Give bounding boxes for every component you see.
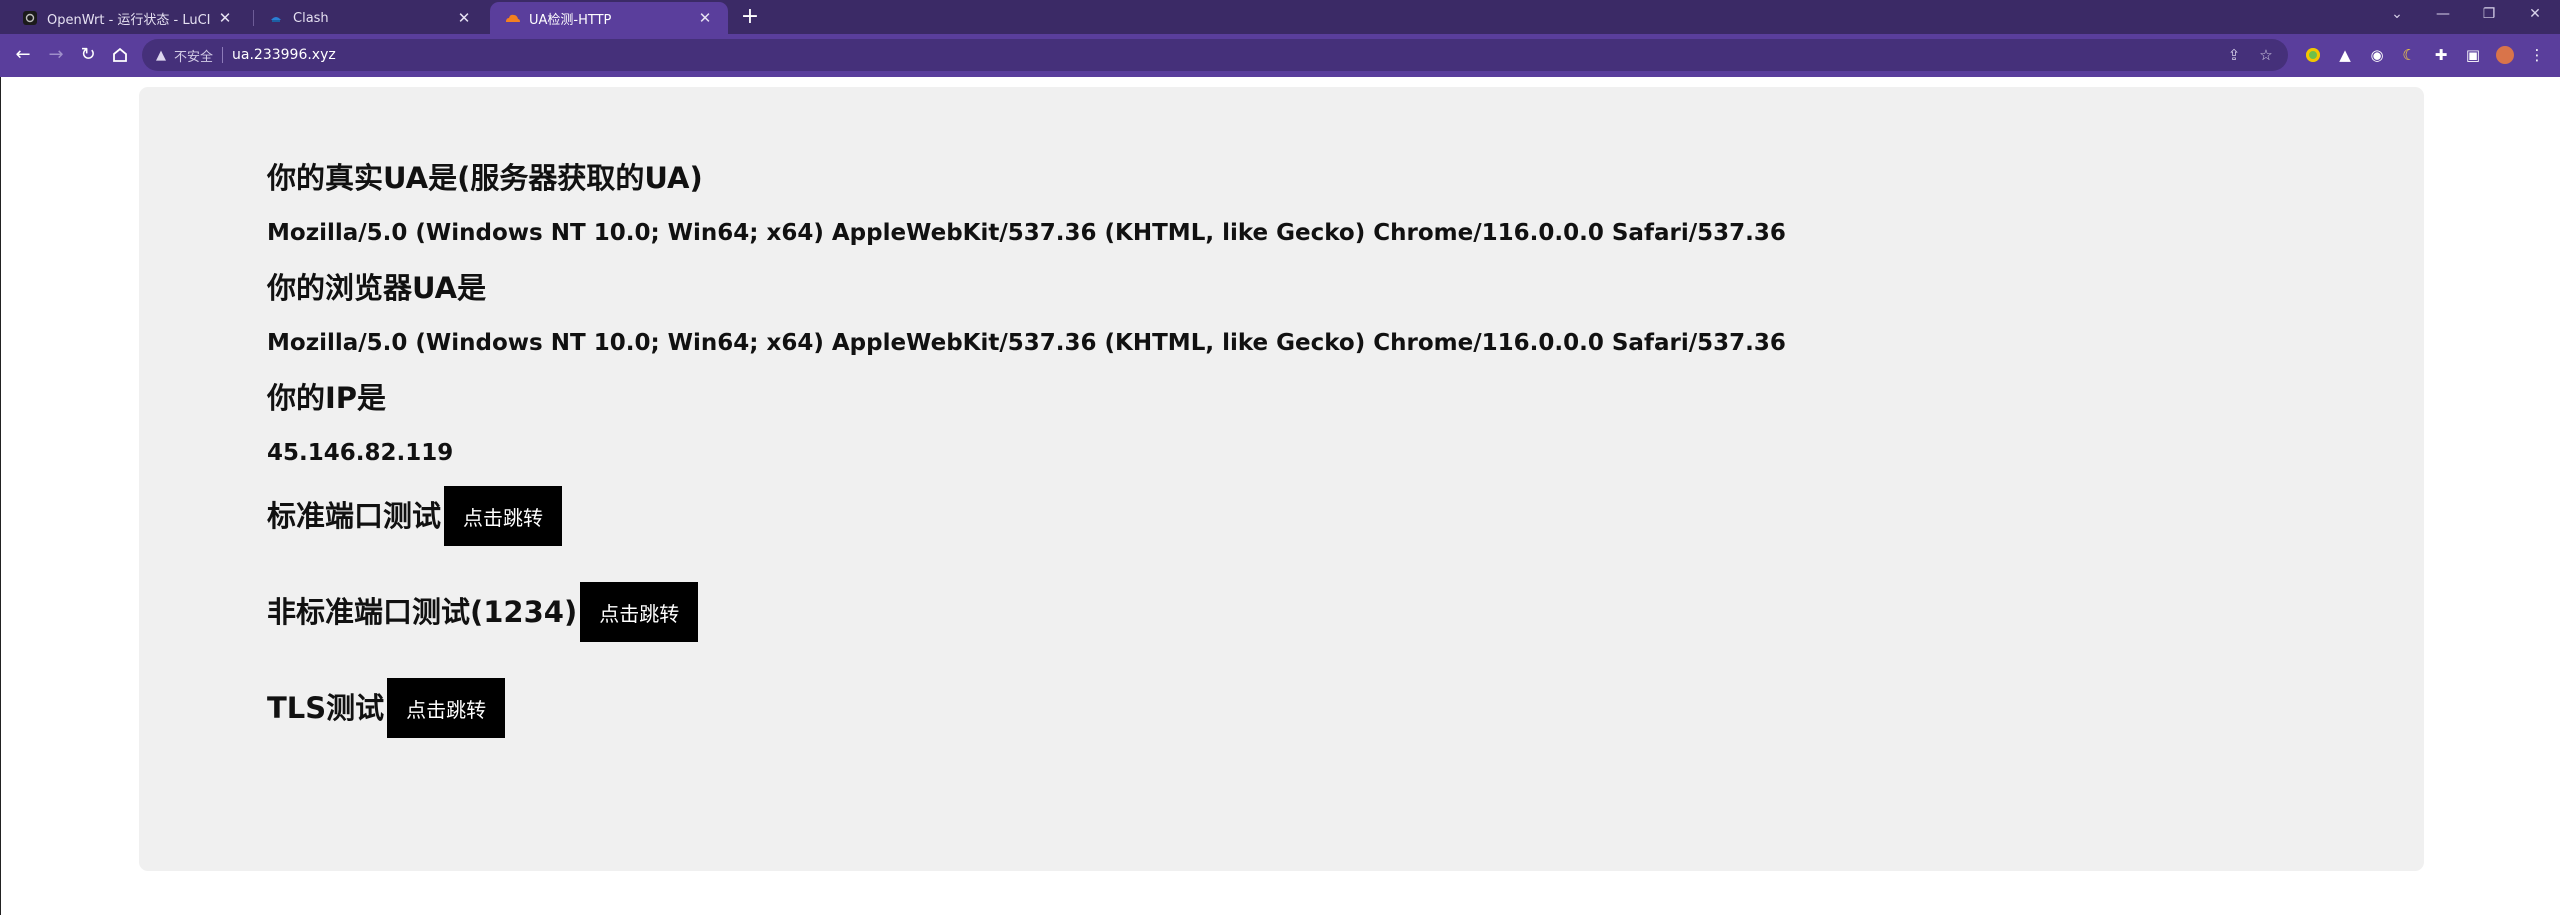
browser-toolbar: ← → ↻ ▲ 不安全 ua.233996.xyz ⇪ ☆ ▲ ◉ ☾ ✚ ▣ … (0, 34, 2560, 77)
tab-search-icon[interactable]: ⌄ (2374, 0, 2420, 30)
close-window-icon[interactable]: ✕ (2512, 0, 2558, 30)
dark-mode-moon-icon[interactable]: ☾ (2396, 42, 2422, 68)
ip-heading: 你的IP是 (267, 381, 387, 415)
side-panel-icon[interactable]: ▣ (2460, 42, 2486, 68)
forward-icon[interactable]: → (43, 42, 69, 68)
warning-icon[interactable]: ▲ (156, 48, 166, 63)
share-icon[interactable]: ⇪ (2220, 39, 2248, 71)
browser-ua-value: Mozilla/5.0 (Windows NT 10.0; Win64; x64… (267, 330, 1786, 356)
close-icon[interactable]: ✕ (455, 9, 473, 27)
close-icon[interactable]: ✕ (696, 9, 714, 27)
back-icon[interactable]: ← (10, 42, 36, 68)
nonstandard-port-test-label: 非标准端口测试(1234) (267, 595, 578, 629)
cloudflare-icon (504, 10, 520, 26)
openwrt-icon (22, 10, 38, 26)
extension-color-icon[interactable] (2300, 42, 2326, 68)
main-content: 你的真实UA是(服务器获取的UA) Mozilla/5.0 (Windows N… (267, 159, 1786, 738)
tab-title: UA检测-HTTP (529, 12, 612, 28)
tab-clash[interactable]: Clash ✕ (254, 2, 487, 34)
standard-port-test-row: 标准端口测试 点击跳转 (267, 486, 1786, 546)
url-text[interactable]: ua.233996.xyz (232, 47, 336, 63)
security-label[interactable]: 不安全 (174, 46, 213, 65)
clash-icon (268, 10, 284, 26)
close-icon[interactable]: ✕ (216, 9, 234, 27)
tab-ua-check[interactable]: UA检测-HTTP ✕ (490, 2, 728, 34)
address-bar[interactable]: ▲ 不安全 ua.233996.xyz ⇪ ☆ (142, 39, 2288, 71)
tab-openwrt[interactable]: OpenWrt - 运行状态 - LuCI ✕ (8, 2, 248, 34)
tab-title: Clash (293, 10, 329, 26)
nonstandard-port-jump-button[interactable]: 点击跳转 (580, 582, 699, 642)
page-viewport: 你的真实UA是(服务器获取的UA) Mozilla/5.0 (Windows N… (0, 77, 2560, 915)
tls-test-row: TLS测试 点击跳转 (267, 678, 1786, 738)
tls-test-label: TLS测试 (267, 691, 385, 725)
content-card: 你的真实UA是(服务器获取的UA) Mozilla/5.0 (Windows N… (139, 87, 2424, 871)
omnibox-divider (222, 47, 224, 63)
reload-icon[interactable]: ↻ (75, 42, 101, 68)
extension-shield-icon[interactable]: ◉ (2364, 42, 2390, 68)
extensions-puzzle-icon[interactable]: ✚ (2428, 42, 2454, 68)
bookmark-star-icon[interactable]: ☆ (2252, 39, 2280, 71)
new-tab-button[interactable]: + (737, 5, 763, 31)
ip-value: 45.146.82.119 (267, 440, 454, 466)
tab-strip: OpenWrt - 运行状态 - LuCI ✕ Clash ✕ UA检测-HTT… (0, 0, 2560, 34)
nonstandard-port-test-row: 非标准端口测试(1234) 点击跳转 (267, 582, 1786, 642)
real-ua-heading: 你的真实UA是(服务器获取的UA) (267, 161, 703, 195)
standard-port-test-label: 标准端口测试 (267, 499, 442, 533)
minimize-icon[interactable]: — (2420, 0, 2466, 30)
restore-icon[interactable]: ❐ (2466, 0, 2512, 30)
browser-ua-heading: 你的浏览器UA是 (267, 271, 487, 305)
real-ua-value: Mozilla/5.0 (Windows NT 10.0; Win64; x64… (267, 220, 1786, 246)
home-icon[interactable] (107, 42, 133, 68)
tls-jump-button[interactable]: 点击跳转 (387, 678, 506, 738)
standard-port-jump-button[interactable]: 点击跳转 (444, 486, 563, 546)
profile-avatar[interactable] (2492, 42, 2518, 68)
tab-title: OpenWrt - 运行状态 - LuCI (47, 12, 211, 28)
menu-kebab-icon[interactable]: ⋮ (2524, 42, 2550, 68)
extension-triangle-icon[interactable]: ▲ (2332, 42, 2358, 68)
